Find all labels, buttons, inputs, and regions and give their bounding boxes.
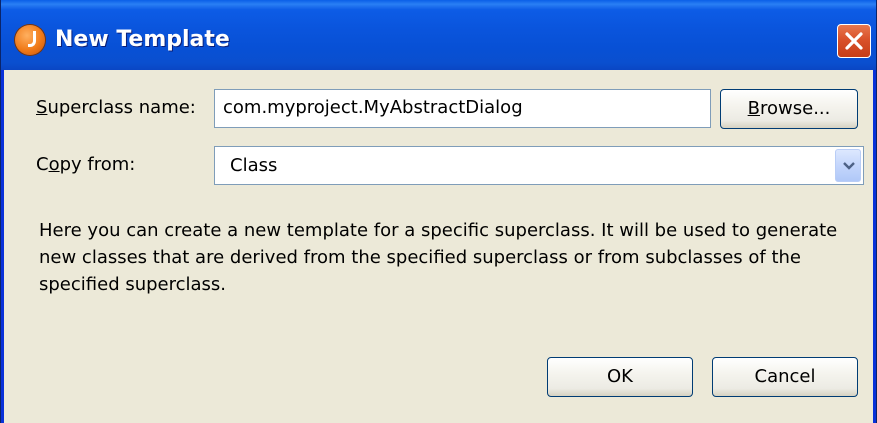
cancel-button[interactable]: Cancel [712,357,858,397]
description-text: Here you can create a new template for a… [39,220,838,295]
close-icon [845,32,863,50]
chevron-down-icon [843,162,855,170]
copy-from-dropdown-button[interactable] [835,149,861,182]
dialog-body: Superclass name: com.myproject.MyAbstrac… [4,70,873,423]
new-template-dialog: New Template Superclass name: com.myproj… [0,0,877,423]
superclass-name-value: com.myproject.MyAbstractDialog [223,97,523,118]
browse-button-label: Browse... [747,98,831,119]
copy-from-selected-value: Class [230,155,278,176]
jdeveloper-app-icon [15,25,45,55]
window-title: New Template [55,27,230,52]
copy-from-select[interactable]: Class [214,146,864,185]
close-button[interactable] [837,24,871,58]
superclass-name-label: Superclass name: [36,97,196,118]
ok-button[interactable]: OK [547,357,693,397]
copy-from-label: Copy from: [36,154,136,175]
browse-button[interactable]: Browse... [720,89,858,129]
title-bar[interactable]: New Template [1,0,876,70]
superclass-name-input[interactable]: com.myproject.MyAbstractDialog [214,89,711,128]
